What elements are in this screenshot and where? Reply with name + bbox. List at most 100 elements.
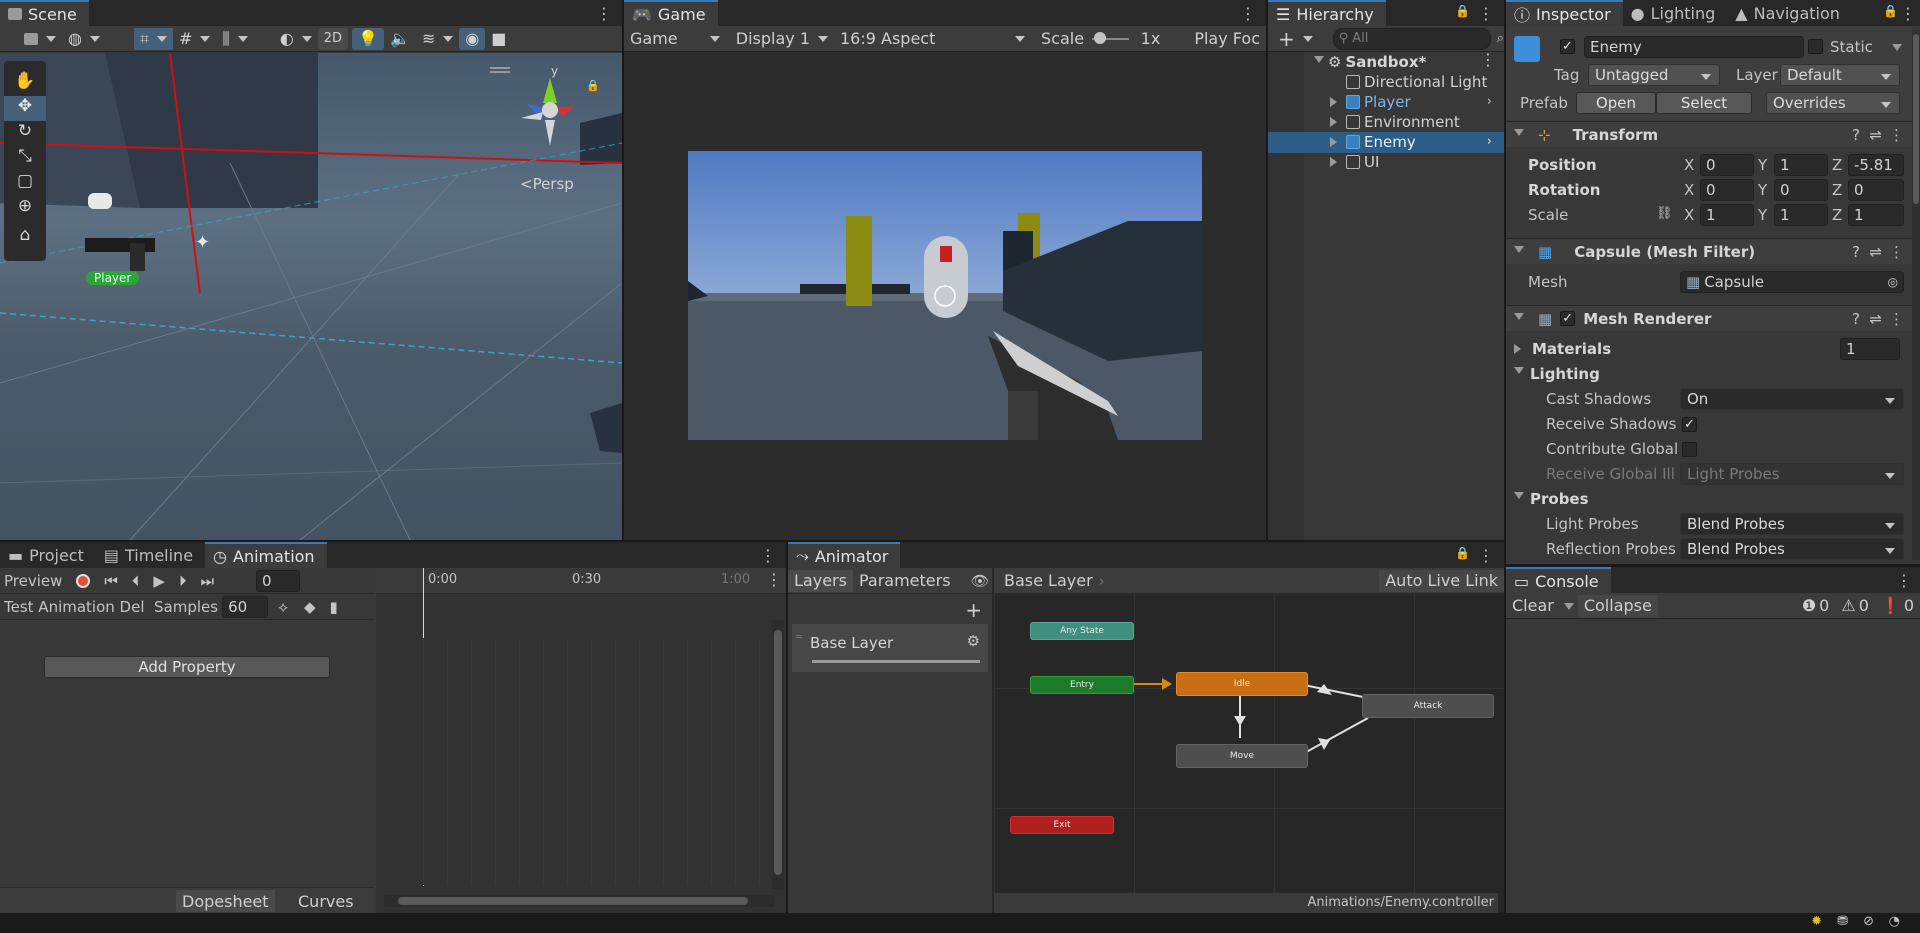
animation-timeline[interactable]: 0:00 0:30 1:00 ⋮ [376, 568, 786, 913]
node-exit[interactable]: Exit [1010, 816, 1114, 834]
animator-lock-icon[interactable]: 🔒 [1455, 546, 1470, 560]
prev-keyframe-icon[interactable]: ⏴ [132, 572, 140, 590]
static-dropdown-icon[interactable] [1892, 44, 1902, 56]
console-log-area[interactable] [1506, 620, 1920, 913]
position-z-field[interactable]: -5.81 [1848, 154, 1904, 176]
create-dropdown[interactable]: + [1272, 27, 1319, 51]
effects-dropdown[interactable]: ≋ [416, 28, 459, 50]
add-event-icon[interactable]: ◆ [304, 598, 316, 616]
reflection-probes-dropdown[interactable]: Blend Probes [1680, 538, 1904, 560]
tab-navigation[interactable]: ▲ Navigation [1727, 0, 1852, 26]
rotation-x-field[interactable]: 0 [1700, 179, 1754, 201]
preview-button[interactable]: Preview [4, 572, 62, 590]
scale-tool-button[interactable]: ⤡ [4, 146, 46, 171]
next-keyframe-icon[interactable]: ⏵ [179, 572, 187, 590]
lighting-toggle-button[interactable]: 💡 [352, 27, 384, 50]
prefab-open-button[interactable]: Open [1576, 92, 1656, 114]
samples-field[interactable]: 60 [222, 595, 269, 618]
play-icon[interactable]: ▶ [153, 572, 165, 590]
hierarchy-item-ui[interactable]: UI [1330, 152, 1504, 172]
enemy-open-arrow-icon[interactable]: › [1487, 134, 1492, 149]
animation-menu-button[interactable]: ⋮ [760, 546, 776, 565]
object-picker-icon[interactable]: ◎ [1888, 275, 1898, 289]
move-tool-button[interactable]: ✥ [4, 96, 46, 121]
materials-foldout[interactable]: Materials [1514, 340, 1611, 358]
node-idle[interactable]: Idle [1176, 672, 1308, 696]
mesh-filter-header[interactable]: ▦ Capsule (Mesh Filter) ? ⇌ ⋮ [1506, 238, 1912, 264]
pivot-dropdown[interactable]: ⌗ [133, 27, 173, 50]
position-y-field[interactable]: 1 [1774, 154, 1828, 176]
lighting-foldout[interactable]: Lighting [1514, 365, 1600, 383]
record-icon[interactable] [76, 573, 91, 588]
console-menu-button[interactable]: ⋮ [1896, 571, 1912, 590]
node-any-state[interactable]: Any State [1030, 622, 1134, 640]
scale-slider[interactable] [1092, 31, 1129, 44]
receive-shadows-checkbox[interactable]: ✓ [1682, 417, 1697, 432]
slider-thumb[interactable] [1094, 31, 1107, 44]
node-entry[interactable]: Entry [1030, 676, 1134, 694]
mesh-renderer-enabled-checkbox[interactable]: ✓ [1560, 311, 1576, 326]
add-property-button[interactable]: Add Property [44, 656, 330, 678]
increment-snap-dropdown[interactable]: ⫼ [216, 28, 253, 50]
last-keyframe-icon[interactable]: ⏭ [200, 572, 214, 590]
active-checkbox[interactable]: ✓ [1560, 39, 1575, 54]
hierarchy-menu-button[interactable]: ⋮ [1478, 4, 1494, 23]
progress-icon[interactable]: ◔ [1889, 914, 1900, 929]
scrollbar-thumb[interactable] [1913, 34, 1919, 204]
layer-dropdown[interactable]: Default [1780, 64, 1900, 86]
error-toggle[interactable]: ❗ 0 [1875, 595, 1920, 617]
scene-gizmo[interactable]: y [515, 64, 585, 153]
component-menu-icon[interactable]: ⋮ [1889, 310, 1904, 328]
scale-y-field[interactable]: 1 [1774, 204, 1828, 226]
tab-animation[interactable]: ◷ Animation [205, 542, 327, 568]
add-keyframe-icon[interactable]: ⟡ [278, 598, 288, 616]
component-menu-icon[interactable]: ⋮ [1889, 243, 1904, 261]
hierarchy-search-input[interactable]: ⚲ All [1332, 27, 1491, 50]
network-icon[interactable]: ⊘ [1863, 914, 1874, 929]
preset-icon[interactable]: ⇌ [1869, 126, 1882, 144]
game-viewport[interactable] [688, 151, 1202, 440]
lighting-status-icon[interactable]: ✹ [1811, 914, 1822, 929]
visibility-toggle-button[interactable]: ◉ [459, 27, 486, 50]
vscroll-thumb[interactable] [774, 630, 782, 875]
tab-project[interactable]: ▬ Project [0, 542, 96, 568]
inspector-lock-icon[interactable]: 🔒 [1883, 4, 1898, 18]
hand-tool-button[interactable]: ✋ [4, 71, 46, 96]
scene-root-menu[interactable]: ⋮ [1480, 50, 1496, 69]
scene-viewport[interactable]: ✦ Player y <Persp 🔒 ✋ ✥ ↻ ⤡ ▢ ⊕ ⌂ [0, 53, 622, 540]
position-x-field[interactable]: 0 [1700, 154, 1754, 176]
help-icon[interactable]: ? [1852, 310, 1860, 328]
display-dropdown[interactable]: Display 1 [730, 28, 834, 50]
add-layer-button[interactable]: + [965, 598, 982, 622]
materials-count-field[interactable]: 1 [1840, 338, 1900, 360]
hierarchy-item-environment[interactable]: Environment [1330, 112, 1504, 132]
drag-handle-icon[interactable]: ═ [796, 632, 802, 643]
2d-toggle-button[interactable]: 2D [317, 27, 349, 50]
scale-z-field[interactable]: 1 [1848, 204, 1904, 226]
warning-toggle[interactable]: ⚠ 0 [1835, 595, 1875, 617]
scale-link-icon[interactable]: ⛓ [1656, 206, 1673, 221]
collapse-button[interactable]: Collapse [1577, 594, 1658, 617]
info-toggle[interactable]: ❶0 [1796, 595, 1836, 617]
tab-animator[interactable]: ⤳ Animator [788, 542, 901, 568]
cache-icon[interactable]: ⛃ [1837, 914, 1848, 929]
overlay-handle-icon[interactable] [490, 67, 510, 73]
curves-button[interactable]: Curves [292, 890, 360, 912]
preset-icon[interactable]: ⇌ [1869, 243, 1882, 261]
tab-game[interactable]: 🎮 Game [624, 0, 718, 26]
layer-item-base[interactable]: ═ Base Layer ⚙ [792, 624, 988, 672]
game-menu-button[interactable]: ⋮ [1240, 4, 1256, 23]
aspect-dropdown[interactable]: 16:9 Aspect [834, 28, 1031, 50]
player-open-arrow-icon[interactable]: › [1487, 94, 1492, 109]
draw-mode-dropdown[interactable] [18, 28, 62, 50]
node-move[interactable]: Move [1176, 744, 1308, 768]
scene-root-item[interactable]: ⚙ Sandbox* [1314, 52, 1504, 72]
light-probes-dropdown[interactable]: Blend Probes [1680, 513, 1904, 535]
rect-tool-button[interactable]: ▢ [4, 171, 46, 196]
custom-tool-button[interactable]: ⌂ [4, 225, 46, 250]
first-keyframe-icon[interactable]: ⏮ [104, 572, 118, 590]
tab-inspector[interactable]: ⓘ Inspector [1506, 0, 1623, 26]
timeline-ruler[interactable]: 0:00 0:30 1:00 ⋮ [376, 568, 786, 594]
clear-button[interactable]: Clear [1506, 595, 1560, 617]
persp-label[interactable]: <Persp [520, 175, 574, 193]
